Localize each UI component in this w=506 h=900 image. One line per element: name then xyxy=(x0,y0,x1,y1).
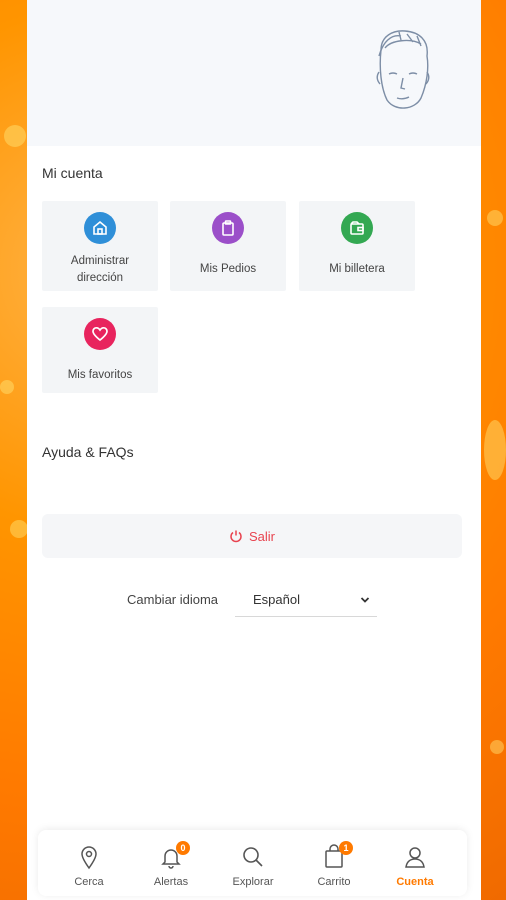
background-bokeh xyxy=(487,210,503,226)
app-screen: Mi cuenta Administrar dirección Mis Pedi… xyxy=(27,0,481,900)
home-icon xyxy=(84,212,116,244)
nav-item-carrito[interactable]: 1 Carrito xyxy=(299,830,369,896)
background-bokeh xyxy=(4,125,26,147)
power-icon xyxy=(230,530,242,543)
search-icon xyxy=(240,844,266,870)
nav-label: Alertas xyxy=(153,876,189,888)
bell-icon: 0 xyxy=(158,841,190,870)
tile-label: Mis Pedios xyxy=(199,263,257,275)
logout-button[interactable]: Salir xyxy=(42,514,462,558)
language-row: Cambiar idioma Español xyxy=(27,584,481,618)
nav-label: Cerca xyxy=(74,876,104,888)
profile-header xyxy=(27,0,481,146)
tile-my-wallet[interactable]: Mi billetera xyxy=(299,201,415,291)
section-title-account: Mi cuenta xyxy=(42,165,103,181)
tile-my-favorites[interactable]: Mis favoritos xyxy=(42,307,158,393)
wallet-icon xyxy=(341,212,373,244)
nav-item-cuenta[interactable]: Cuenta xyxy=(380,830,450,896)
nav-item-explorar[interactable]: Explorar xyxy=(218,830,288,896)
user-icon xyxy=(402,844,428,870)
nav-item-alertas[interactable]: 0 Alertas xyxy=(136,830,206,896)
language-value: Español xyxy=(253,592,300,607)
notification-badge: 0 xyxy=(176,841,190,855)
tile-manage-address[interactable]: Administrar dirección xyxy=(42,201,158,291)
nav-label: Explorar xyxy=(232,876,274,888)
avatar xyxy=(376,30,430,109)
cart-icon: 1 xyxy=(321,841,353,870)
nav-label: Carrito xyxy=(317,876,351,888)
nav-item-cerca[interactable]: Cerca xyxy=(54,830,124,896)
background-bokeh xyxy=(490,740,504,754)
language-select[interactable]: Español xyxy=(235,584,377,617)
background-bokeh xyxy=(0,380,14,394)
logout-label: Salir xyxy=(248,528,275,544)
help-faqs-link[interactable]: Ayuda & FAQs xyxy=(42,444,134,460)
tile-my-orders[interactable]: Mis Pedios xyxy=(170,201,286,291)
heart-icon xyxy=(84,318,116,350)
clipboard-icon xyxy=(212,212,244,244)
cart-badge: 1 xyxy=(339,841,353,855)
tile-label: Mis favoritos xyxy=(67,369,133,381)
background-bokeh xyxy=(484,420,506,480)
language-label: Cambiar idioma xyxy=(127,592,219,607)
background-bokeh xyxy=(10,520,28,538)
tile-label: Mi billetera xyxy=(329,263,385,275)
chevron-down-icon xyxy=(360,597,370,603)
location-pin-icon xyxy=(76,844,102,870)
tile-label: Administrar dirección xyxy=(70,255,130,284)
bottom-nav: Cerca 0 Alertas Explorar 1 Carrito Cuent… xyxy=(38,830,467,896)
nav-label: Cuenta xyxy=(396,876,434,888)
